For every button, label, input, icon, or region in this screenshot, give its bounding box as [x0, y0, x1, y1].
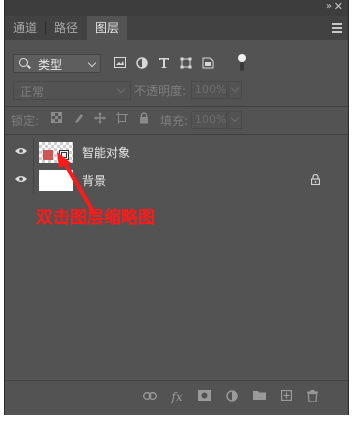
annotation-text: 双击图层缩略图: [36, 208, 155, 228]
